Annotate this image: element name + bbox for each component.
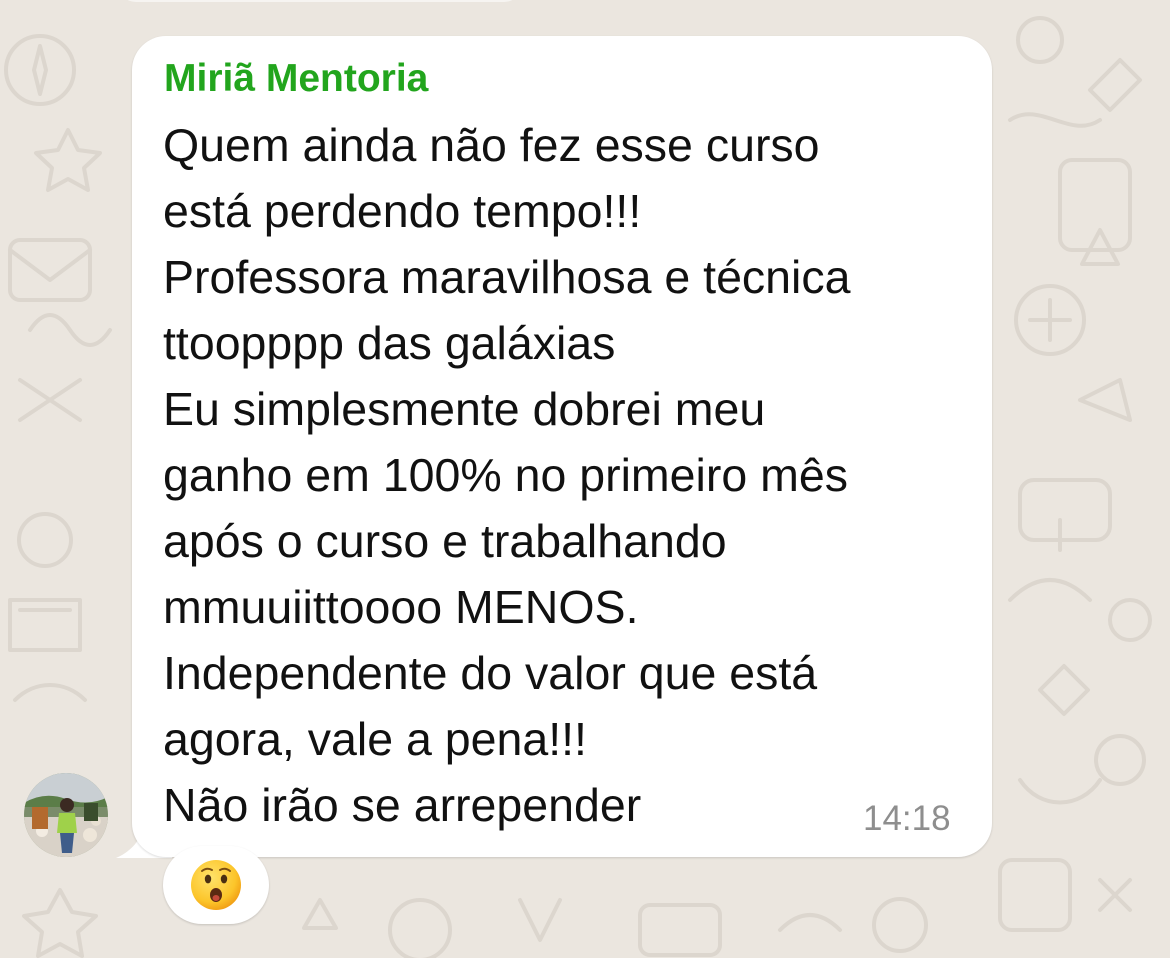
message-line: está perdendo tempo!!!	[163, 185, 642, 237]
message-line: Eu simplesmente dobrei meu	[163, 383, 766, 435]
contact-avatar-photo-icon	[24, 773, 108, 857]
sender-name[interactable]: Miriã Mentoria	[164, 57, 428, 101]
message-line: ttoopppp das galáxias	[163, 317, 616, 369]
message-time: 14:18	[863, 799, 951, 838]
previous-message-bubble[interactable]	[118, 0, 522, 2]
hushed-face-emoji-icon	[191, 860, 241, 910]
reaction-pill[interactable]	[163, 846, 269, 924]
message-line: agora, vale a pena!!!	[163, 713, 587, 765]
message-line: ganho em 100% no primeiro mês	[163, 449, 848, 501]
message-line: mmuuiittoooo MENOS.	[163, 581, 639, 633]
message-line: Quem ainda não fez esse curso	[163, 119, 820, 171]
message-text: Quem ainda não fez esse curso está perde…	[163, 112, 851, 838]
message-bubble[interactable]: Miriã Mentoria Quem ainda não fez esse c…	[132, 36, 992, 857]
sender-avatar[interactable]	[24, 773, 108, 857]
message-line: Não irão se arrepender	[163, 779, 642, 831]
message-line: Independente do valor que está	[163, 647, 818, 699]
message-line: após o curso e trabalhando	[163, 515, 727, 567]
message-line: Professora maravilhosa e técnica	[163, 251, 851, 303]
